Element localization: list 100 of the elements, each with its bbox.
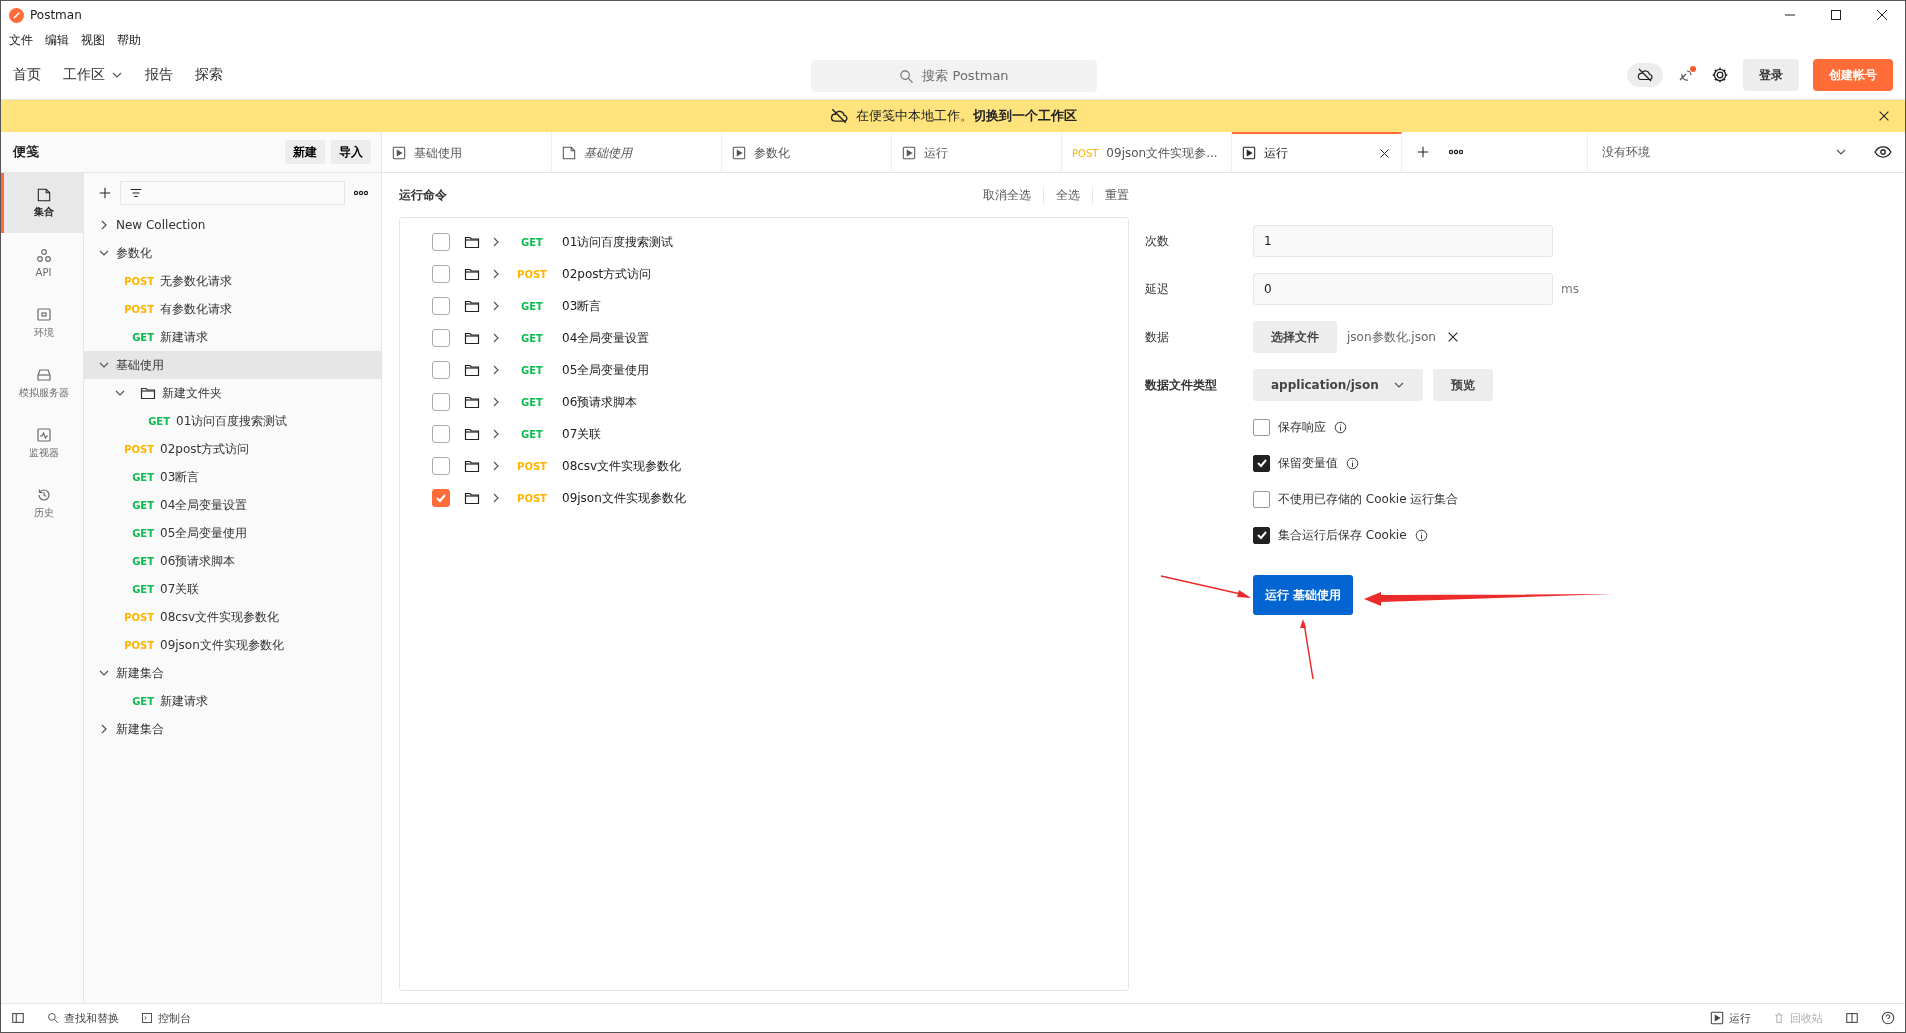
menu-item[interactable]: 视图 bbox=[81, 31, 105, 49]
request-item[interactable]: GET 03断言 bbox=[84, 463, 381, 491]
folder-icon bbox=[464, 234, 480, 250]
search-field[interactable]: 搜索 Postman bbox=[811, 60, 1097, 92]
iterations-field[interactable]: 1 bbox=[1253, 225, 1553, 257]
checkbox[interactable] bbox=[432, 393, 450, 411]
status-item[interactable]: 控制台 bbox=[141, 1010, 191, 1026]
cloud-button[interactable] bbox=[1627, 63, 1663, 87]
request-name: 02post方式访问 bbox=[562, 265, 652, 283]
method-label: GET bbox=[520, 364, 544, 376]
rail-item[interactable]: 历史 bbox=[1, 473, 83, 533]
menu-item[interactable]: 帮助 bbox=[117, 31, 141, 49]
request-item[interactable]: GET 04全局变量设置 bbox=[84, 491, 381, 519]
folder-icon bbox=[464, 490, 480, 506]
checkbox[interactable] bbox=[1253, 526, 1270, 544]
folder-icon bbox=[464, 426, 480, 442]
checkbox[interactable] bbox=[432, 297, 450, 315]
preview-button[interactable]: 预览 bbox=[1432, 369, 1493, 401]
menu-item[interactable]: 文件 bbox=[9, 31, 33, 49]
delay-field[interactable]: 0 bbox=[1253, 273, 1553, 305]
folder-icon bbox=[140, 385, 156, 401]
request-item[interactable]: POST 09json文件实现参数化 bbox=[84, 631, 381, 659]
filter-field[interactable] bbox=[120, 181, 345, 205]
rail-item[interactable]: 环境 bbox=[1, 293, 83, 353]
rail-item[interactable]: API bbox=[1, 233, 83, 293]
nav-link[interactable]: 首页 bbox=[13, 66, 41, 84]
environment-dropdown[interactable]: 没有环境 bbox=[1587, 132, 1861, 172]
request-item[interactable]: POST 02post方式访问 bbox=[84, 435, 381, 463]
app-logo-icon bbox=[9, 7, 24, 23]
request-item[interactable]: POST 有参数化请求 bbox=[84, 295, 381, 323]
request-item[interactable]: GET 07关联 bbox=[84, 575, 381, 603]
cloud-icon bbox=[1637, 67, 1653, 83]
checkbox[interactable] bbox=[1253, 418, 1270, 436]
run-button[interactable]: 运行 基础使用 bbox=[1253, 575, 1353, 615]
settings-icon bbox=[1711, 66, 1729, 84]
nav-link[interactable]: 报告 bbox=[145, 66, 173, 84]
play-icon bbox=[902, 146, 916, 160]
run-order-title: 运行命令 bbox=[399, 186, 447, 204]
rail-item[interactable]: 监视器 bbox=[1, 413, 83, 473]
monitor-icon bbox=[35, 426, 52, 443]
request-name: 05全局变量使用 bbox=[562, 361, 650, 379]
request-item[interactable]: GET 01访问百度搜索测试 bbox=[84, 407, 381, 435]
banner-message: 在便笺中本地工作。切换到一个工作区 bbox=[855, 107, 1077, 125]
request-item[interactable]: POST 08csv文件实现参数化 bbox=[84, 603, 381, 631]
cloud-icon bbox=[829, 107, 848, 125]
checkbox[interactable] bbox=[432, 233, 450, 251]
collection-item[interactable]: 新建集合 bbox=[84, 715, 381, 743]
collection-item[interactable]: New Collection bbox=[84, 211, 381, 239]
file-type-dropdown[interactable]: application/json bbox=[1253, 369, 1423, 401]
checkbox[interactable] bbox=[432, 329, 450, 347]
tab[interactable]: 基础使用 bbox=[382, 132, 552, 172]
nav-link[interactable]: 工作区 bbox=[63, 66, 123, 84]
request-item[interactable]: GET 06预请求脚本 bbox=[84, 547, 381, 575]
unit-label: ms bbox=[1561, 282, 1579, 296]
action-link[interactable]: 全选 bbox=[1043, 186, 1080, 204]
sidebar-button[interactable]: 导入 bbox=[331, 140, 371, 164]
tab[interactable]: POST 09json文件实现参... bbox=[1062, 132, 1232, 172]
status-item[interactable]: 运行 bbox=[1710, 1010, 1751, 1026]
action-link[interactable]: 重置 bbox=[1092, 186, 1129, 204]
info-icon bbox=[1334, 420, 1347, 434]
collection-item[interactable]: 参数化 bbox=[84, 239, 381, 267]
tab[interactable]: 运行 bbox=[892, 132, 1062, 172]
checkbox[interactable] bbox=[432, 489, 450, 507]
rail-item[interactable]: 集合 bbox=[1, 173, 83, 233]
sign-in-button[interactable]: 登录 bbox=[1743, 59, 1799, 91]
checkbox[interactable] bbox=[432, 425, 450, 443]
collection-item[interactable]: 新建集合 bbox=[84, 659, 381, 687]
collection-item[interactable]: 基础使用 bbox=[84, 351, 381, 379]
status-item[interactable]: 查找和替换 bbox=[47, 1010, 119, 1026]
action-link[interactable]: 取消全选 bbox=[971, 186, 1031, 204]
method-label: GET bbox=[520, 332, 544, 344]
checkbox[interactable] bbox=[1253, 454, 1270, 472]
window-title: Postman bbox=[30, 8, 82, 22]
folder-icon bbox=[464, 362, 480, 378]
file-name: json参数化.json bbox=[1347, 328, 1436, 346]
option-label: 集合运行后保存 Cookie bbox=[1278, 526, 1407, 544]
rail-item[interactable]: 模拟服务器 bbox=[1, 353, 83, 413]
method-label: GET bbox=[520, 396, 544, 408]
method-label: GET bbox=[520, 300, 544, 312]
search-icon bbox=[47, 1012, 59, 1024]
sidebar-button[interactable]: 新建 bbox=[285, 140, 325, 164]
request-item[interactable]: GET 05全局变量使用 bbox=[84, 519, 381, 547]
folder-item[interactable]: 新建文件夹 bbox=[84, 379, 381, 407]
method-label: GET bbox=[520, 428, 544, 440]
request-name: 07关联 bbox=[562, 425, 602, 443]
tab[interactable]: 运行 bbox=[1232, 132, 1402, 172]
select-file-button[interactable]: 选择文件 bbox=[1253, 321, 1337, 353]
nav-link[interactable]: 探索 bbox=[195, 66, 223, 84]
request-item[interactable]: POST 无参数化请求 bbox=[84, 267, 381, 295]
tab[interactable]: 基础使用 bbox=[552, 132, 722, 172]
request-item[interactable]: GET 新建请求 bbox=[84, 687, 381, 715]
server-icon bbox=[35, 366, 52, 383]
checkbox[interactable] bbox=[432, 361, 450, 379]
menu-item[interactable]: 编辑 bbox=[45, 31, 69, 49]
tab[interactable]: 参数化 bbox=[722, 132, 892, 172]
checkmark-icon bbox=[1255, 529, 1268, 541]
checkbox[interactable] bbox=[432, 265, 450, 283]
checkbox[interactable] bbox=[432, 457, 450, 475]
request-item[interactable]: GET 新建请求 bbox=[84, 323, 381, 351]
checkbox[interactable] bbox=[1253, 490, 1270, 508]
